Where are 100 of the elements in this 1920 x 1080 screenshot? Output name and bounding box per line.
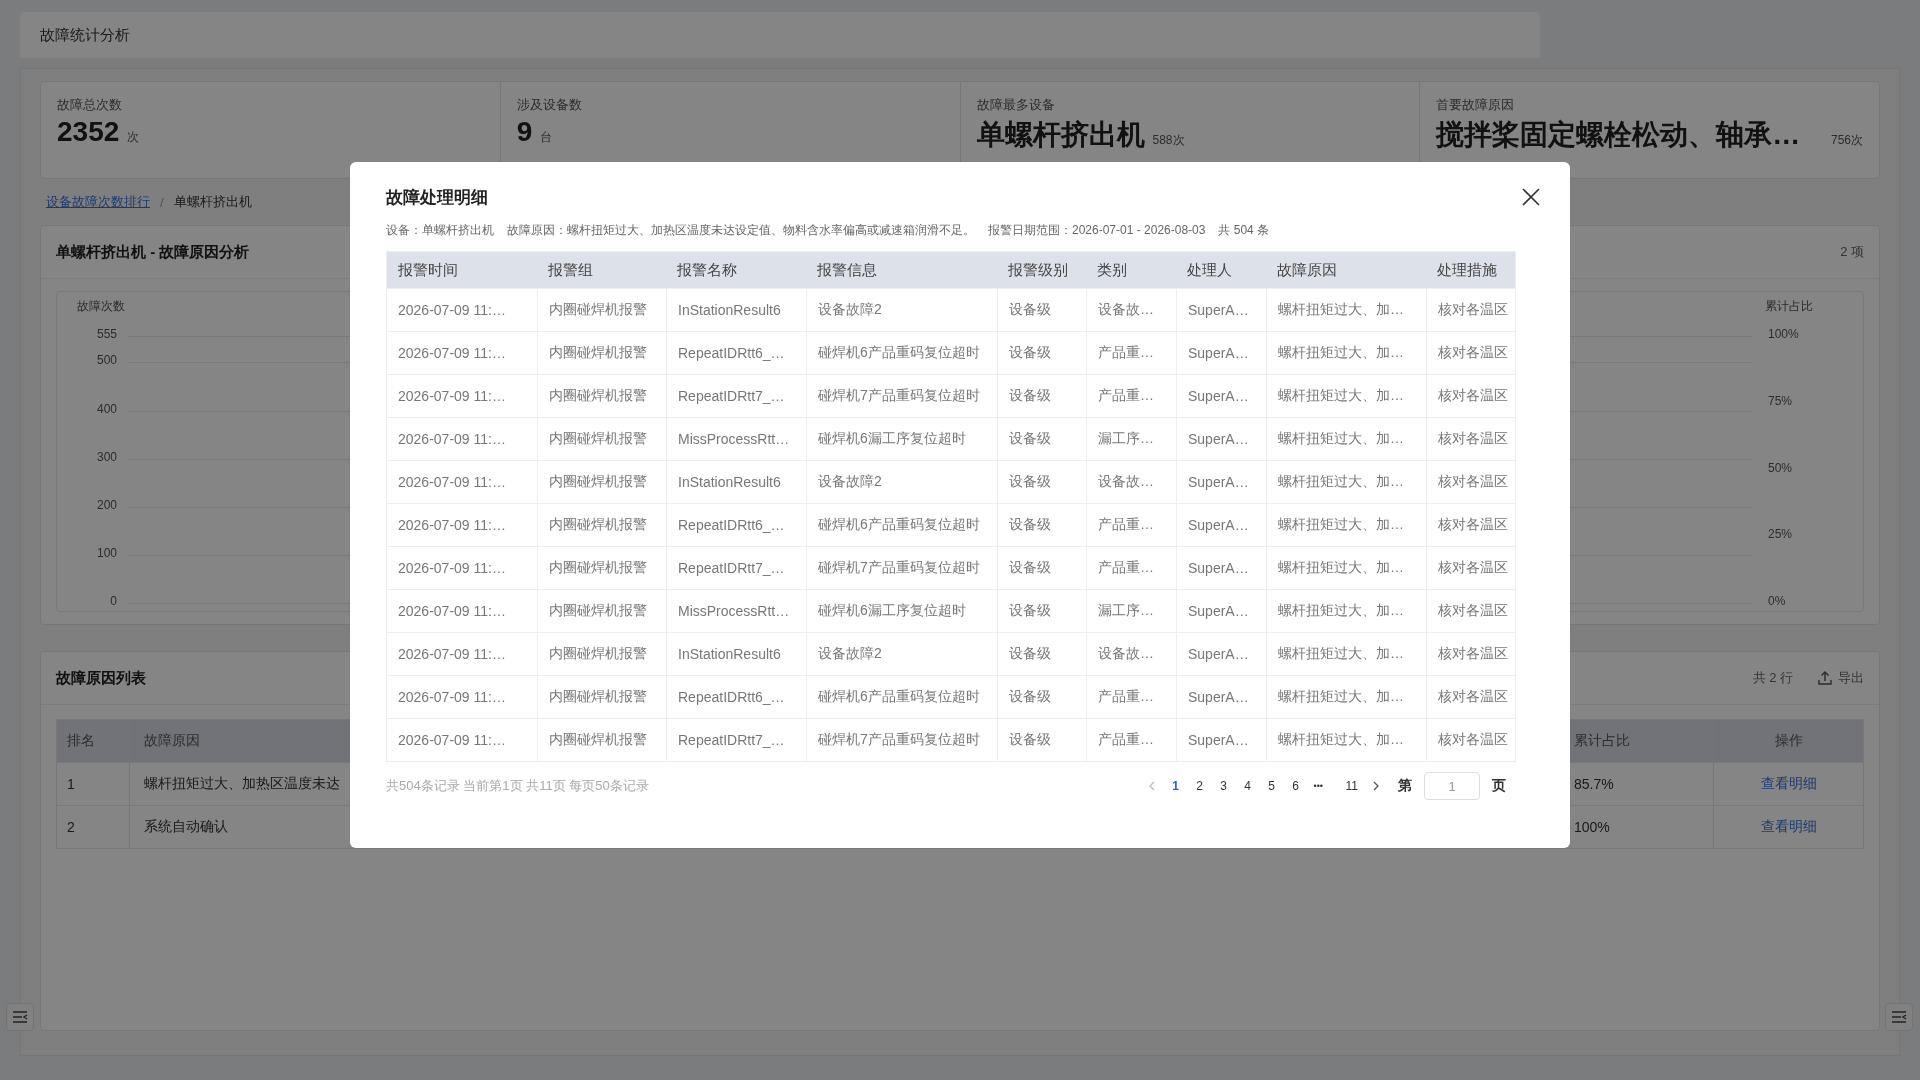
table-cell: 螺杆扭矩过大、加… bbox=[1266, 719, 1426, 761]
table-cell: 设备故… bbox=[1086, 461, 1176, 503]
table-cell-text: 2026-07-09 11:… bbox=[397, 473, 507, 492]
table-cell: InStationResult6 bbox=[666, 461, 806, 503]
info-text: 故障原因：螺杆扭矩过大、加热区温度未达设定值、物料含水率偏高或减速箱润滑不足。 bbox=[507, 222, 975, 239]
row-count: 共 2 行 bbox=[1752, 669, 1793, 687]
table-cell: 设备级 bbox=[997, 461, 1086, 503]
page-button[interactable]: 11 bbox=[1341, 779, 1362, 793]
page-button[interactable]: 4 bbox=[1237, 779, 1258, 793]
table-cell: 碰焊机6漏工序复位超时 bbox=[806, 590, 997, 632]
table-cell: 设备级 bbox=[997, 418, 1086, 460]
table-cell: 设备级 bbox=[997, 332, 1086, 374]
column-header: 故障原因 bbox=[1276, 259, 1338, 280]
chevron-right-icon bbox=[1372, 781, 1380, 791]
pagination-summary: 共504条记录 当前第1页 共11页 每页50条记录 bbox=[386, 777, 649, 795]
table-cell: RepeatIDRtt6_… bbox=[666, 504, 806, 546]
menu-toggle-button[interactable] bbox=[1885, 1003, 1913, 1031]
stat-unit: 台 bbox=[540, 129, 553, 146]
table-cell: 螺杆扭矩过大、加… bbox=[1266, 676, 1426, 718]
table-cell-text: 2026-07-09 11:… bbox=[397, 387, 507, 406]
stat-value: 搅拌桨固定螺栓松动、轴承… bbox=[1436, 118, 1801, 152]
table-cell: 螺杆扭矩过大、加… bbox=[1266, 332, 1426, 374]
table-cell: 内圈碰焊机报警 bbox=[537, 590, 666, 632]
table-cell: RepeatIDRtt6_… bbox=[666, 332, 806, 374]
table-cell: 设备级 bbox=[997, 633, 1086, 675]
axis-tick-label: 400 bbox=[96, 401, 117, 416]
axis-tick-label: 25% bbox=[1768, 527, 1793, 542]
menu-icon bbox=[12, 1010, 28, 1024]
export-button[interactable]: 导出 bbox=[1817, 669, 1864, 687]
table-cell: SuperA… bbox=[1176, 633, 1266, 675]
table-cell-text: 2026-07-09 11:… bbox=[397, 516, 507, 535]
table-cell-text: 2026-07-09 11:… bbox=[397, 559, 507, 578]
table-cell: 设备故障2 bbox=[806, 633, 997, 675]
table-cell-text: 2026-07-09 11:… bbox=[397, 688, 507, 707]
table-cell: 内圈碰焊机报警 bbox=[537, 461, 666, 503]
table-cell: 核对各温区 bbox=[1426, 289, 1515, 331]
table-cell: 核对各温区 bbox=[1426, 418, 1515, 460]
table-cell: 设备故… bbox=[1086, 633, 1176, 675]
axis-tick-label: 555 bbox=[96, 327, 117, 341]
table-cell: 内圈碰焊机报警 bbox=[537, 719, 666, 761]
chevron-left-icon bbox=[1147, 781, 1156, 791]
table-cell: InStationResult6 bbox=[666, 289, 806, 331]
page-button[interactable]: 1 bbox=[1165, 779, 1186, 793]
table-cell: SuperA… bbox=[1176, 547, 1266, 589]
table-cell: 产品重… bbox=[1086, 375, 1176, 417]
axis-tick-label: 0 bbox=[110, 594, 117, 608]
table-cell-text: 2026-07-09 11:… bbox=[397, 430, 507, 449]
table-cell: InStationResult6 bbox=[666, 633, 806, 675]
close-button[interactable] bbox=[1522, 188, 1540, 206]
table-cell-text: 2026-07-09 11:… bbox=[397, 344, 507, 363]
table-cell: 产品重… bbox=[1086, 547, 1176, 589]
stat-label: 故障最多设备 bbox=[976, 96, 1056, 114]
table-cell: 漏工序… bbox=[1086, 418, 1176, 460]
table-cell: 设备级 bbox=[997, 719, 1086, 761]
page-button[interactable]: 2 bbox=[1189, 779, 1210, 793]
axis-tick-label: 200 bbox=[96, 497, 117, 512]
table-cell: 设备级 bbox=[997, 289, 1086, 331]
stat-label: 故障总次数 bbox=[57, 96, 123, 114]
table-cell: 螺杆扭矩过大、加… bbox=[1266, 375, 1426, 417]
table-cell: RepeatIDRtt6_… bbox=[666, 676, 806, 718]
table-cell: 核对各温区 bbox=[1426, 676, 1515, 718]
table-cell-text: 2026-07-09 11:… bbox=[397, 731, 507, 750]
table-cell: 产品重… bbox=[1086, 504, 1176, 546]
table-cell: 内圈碰焊机报警 bbox=[537, 332, 666, 374]
page-button[interactable]: 6 bbox=[1285, 779, 1306, 793]
table-cell: 设备故障2 bbox=[806, 461, 997, 503]
breadcrumb-current: 单螺杆挤出机 bbox=[173, 193, 252, 211]
stat-unit: 756次 bbox=[1830, 132, 1863, 149]
menu-toggle-button[interactable] bbox=[6, 1003, 34, 1031]
column-header: 排名 bbox=[66, 731, 96, 750]
card-title: 故障原因列表 bbox=[56, 668, 146, 688]
table-cell: 核对各温区 bbox=[1426, 504, 1515, 546]
column-header: 处理人 bbox=[1186, 259, 1233, 280]
axis-tick-label: 75% bbox=[1768, 393, 1793, 408]
table-cell: 螺杆扭矩过大、加… bbox=[1266, 289, 1426, 331]
table-cell: 产品重… bbox=[1086, 719, 1176, 761]
table-cell: 产品重… bbox=[1086, 332, 1176, 374]
stat-unit: 次 bbox=[127, 129, 140, 146]
dialog-title: 故障处理明细 bbox=[386, 186, 488, 209]
table-cell: 碰焊机7产品重码复位超时 bbox=[806, 547, 997, 589]
table-cell: 设备级 bbox=[997, 676, 1086, 718]
table-cell: MissProcessRtt… bbox=[666, 418, 806, 460]
page-button[interactable]: 3 bbox=[1213, 779, 1234, 793]
stat-label: 涉及设备数 bbox=[516, 96, 583, 114]
table-cell: SuperA… bbox=[1176, 590, 1266, 632]
table-cell: MissProcessRtt… bbox=[666, 590, 806, 632]
stat-label: 首要故障原因 bbox=[1436, 96, 1516, 114]
table-cell: SuperA… bbox=[1176, 375, 1266, 417]
table-cell-text: 2 bbox=[66, 818, 76, 837]
table-cell: SuperA… bbox=[1176, 676, 1266, 718]
page-button[interactable]: 5 bbox=[1261, 779, 1282, 793]
table-cell: 核对各温区 bbox=[1426, 590, 1515, 632]
table-cell: RepeatIDRtt7_… bbox=[666, 375, 806, 417]
info-text: 设备：单螺杆挤出机 bbox=[386, 222, 494, 239]
close-icon bbox=[1522, 188, 1540, 206]
column-header: 报警组 bbox=[547, 259, 594, 280]
table-cell: 产品重… bbox=[1086, 676, 1176, 718]
breadcrumb-separator: / bbox=[160, 194, 164, 210]
table-cell: 设备级 bbox=[997, 504, 1086, 546]
page-ellipsis: ••• bbox=[1312, 781, 1324, 791]
